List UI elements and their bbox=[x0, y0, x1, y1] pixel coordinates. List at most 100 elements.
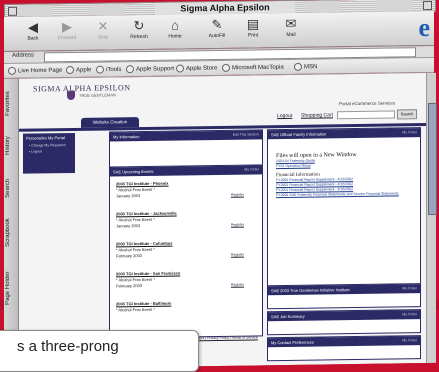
fav-apple-support[interactable]: Apple Support bbox=[126, 65, 174, 74]
autofill-label: AutoFill bbox=[208, 32, 226, 40]
stop-button[interactable]: ✕ Stop bbox=[86, 18, 120, 48]
event-name-link[interactable]: 2003 TGI Institute - Baltimore bbox=[116, 301, 171, 307]
web-page: SIGMA ALPHA EPSILON TRUE GENTLEMAN Porta… bbox=[19, 73, 426, 369]
register-link[interactable]: Register bbox=[231, 282, 244, 288]
event-name-link[interactable]: 2003 TGI Institute - San Francisco bbox=[116, 270, 180, 276]
side-tab-scrapbook[interactable]: Scrapbook bbox=[5, 211, 17, 255]
box-title: SAE Upcoming Events bbox=[113, 168, 154, 175]
upcoming-events-header: SAE Upcoming Events My Order bbox=[110, 165, 262, 177]
contact-preferences-header: My Contact Preferences My Order bbox=[268, 336, 420, 348]
side-tab-favorites[interactable]: Favorites bbox=[5, 85, 17, 123]
globe-icon bbox=[8, 66, 16, 75]
globe-icon bbox=[66, 65, 74, 75]
side-tab-page-holder[interactable]: Page Holder bbox=[5, 263, 17, 313]
search-button[interactable]: Search bbox=[397, 109, 417, 120]
fav-apple[interactable]: Apple bbox=[66, 65, 92, 75]
fav-apple-store[interactable]: Apple Store bbox=[176, 64, 217, 73]
doc-link[interactable]: FY2000 SAE Fraternity Financial Statemen… bbox=[276, 191, 399, 197]
logout-link[interactable]: Logout bbox=[277, 113, 292, 119]
print-label: Print bbox=[247, 32, 259, 39]
event-note: * Alcohol Free Event * bbox=[116, 186, 155, 193]
stop-icon: ✕ bbox=[97, 18, 109, 34]
fav-label: Apple bbox=[76, 67, 92, 74]
register-link[interactable]: Register bbox=[231, 192, 244, 198]
autofill-icon: ✎ bbox=[211, 16, 223, 33]
globe-icon bbox=[176, 64, 184, 73]
back-arrow-icon: ◀ bbox=[28, 19, 38, 35]
event-date: January 2003 bbox=[116, 193, 141, 199]
portal-links[interactable]: Portal eCommerce Services bbox=[339, 100, 395, 106]
box-title: SAE 2003 True Gentleman Initiative Insti… bbox=[271, 287, 350, 294]
job-summary-box: SAE Job Summary My Order bbox=[267, 309, 421, 336]
forward-arrow-icon: ▶ bbox=[62, 18, 72, 35]
event-name-link[interactable]: 2003 TGI Institute - Jacksonville bbox=[116, 211, 177, 217]
box-title: SAE Official Family Information bbox=[271, 131, 327, 138]
fav-msn[interactable]: MSN bbox=[294, 62, 317, 71]
box-title: My Information bbox=[113, 134, 140, 140]
mail-label: Mail bbox=[286, 31, 296, 39]
fav-label: Apple Store bbox=[186, 65, 218, 72]
contact-order-link[interactable]: My Order bbox=[402, 336, 417, 345]
autofill-button[interactable]: ✎ AutoFill bbox=[200, 17, 234, 47]
globe-icon bbox=[294, 62, 302, 71]
browser-window: Sigma Alpha Epsilon ◀ Back ▶ Forward ✕ S… bbox=[0, 0, 439, 369]
shopping-cart-link[interactable]: Shopping Cart bbox=[301, 112, 333, 118]
vertical-scrollbar[interactable] bbox=[426, 72, 437, 364]
event-note: * Alcohol Free Event * bbox=[116, 246, 155, 253]
event-note: * Alcohol Free Event * bbox=[116, 276, 155, 283]
event-note: * Alcohol Free Event * bbox=[116, 306, 155, 313]
home-icon: ⌂ bbox=[171, 17, 179, 33]
print-button[interactable]: ▤ Print bbox=[236, 16, 270, 46]
back-button[interactable]: ◀ Back bbox=[16, 19, 50, 49]
home-button[interactable]: ⌂ Home bbox=[158, 17, 192, 47]
close-box[interactable] bbox=[8, 6, 17, 16]
doc-link[interactable]: FY01 Operation Ritual bbox=[276, 164, 311, 168]
fav-label: Apple Support bbox=[136, 66, 175, 73]
edit-section-link[interactable]: Edit This Section bbox=[233, 130, 259, 139]
event-item: 2003 TGI Institute - San Francisco * Alco… bbox=[116, 270, 244, 289]
fav-label: Microsoft MacTopia bbox=[232, 64, 284, 72]
fav-itools[interactable]: iTools bbox=[96, 65, 122, 74]
tgi-order-link[interactable]: My Order bbox=[402, 284, 417, 293]
event-item: 2003 TGI Institute - Baltimore * Alcohol … bbox=[116, 301, 171, 314]
search-input[interactable] bbox=[337, 110, 395, 120]
event-name-link[interactable]: 2003 TGI Institute - Phoenix bbox=[116, 181, 168, 187]
back-label: Back bbox=[27, 35, 39, 42]
refresh-icon: ↻ bbox=[133, 17, 145, 34]
event-date: January 2003 bbox=[116, 223, 141, 229]
register-link[interactable]: Register bbox=[231, 252, 244, 258]
site-logo-subtitle: TRUE GENTLEMAN bbox=[79, 92, 116, 98]
crest-icon bbox=[67, 90, 75, 101]
left-logout-link[interactable]: • Logout bbox=[23, 148, 75, 155]
event-date: February 2003 bbox=[116, 253, 143, 259]
event-name-link[interactable]: 2003 TGI Institute - Columbus bbox=[116, 241, 172, 247]
stop-label: Stop bbox=[97, 34, 109, 41]
upcoming-order-link[interactable]: My Order bbox=[244, 165, 259, 174]
event-date: February 2003 bbox=[116, 283, 143, 289]
address-label: Address bbox=[12, 52, 35, 59]
side-tab-history[interactable]: History bbox=[5, 129, 17, 163]
mail-button[interactable]: ✉ Mail bbox=[274, 16, 308, 46]
jobs-order-link[interactable]: My Order bbox=[402, 310, 417, 319]
forward-button[interactable]: ▶ Forward bbox=[50, 19, 84, 49]
scrollbar-thumb[interactable] bbox=[428, 102, 437, 216]
fav-label: iTools bbox=[106, 66, 122, 74]
browser-logo-icon: e bbox=[418, 12, 430, 43]
doc-link[interactable]: 2003-04 Fraternity Guide bbox=[276, 159, 315, 164]
job-summary-header: SAE Job Summary My Order bbox=[268, 310, 420, 322]
refresh-button[interactable]: ↻ Refresh bbox=[122, 18, 156, 48]
event-note: * Alcohol Free Event * bbox=[116, 216, 155, 223]
caption-callout: s a three-prong bbox=[0, 330, 199, 372]
mail-icon: ✉ bbox=[285, 15, 297, 32]
globe-icon bbox=[96, 65, 104, 74]
fav-live-home-page[interactable]: Live Home Page bbox=[8, 66, 62, 75]
side-tab-search[interactable]: Search bbox=[5, 171, 17, 205]
zoom-box[interactable] bbox=[423, 0, 432, 11]
official-info-box: SAE Official Family Information My Order … bbox=[267, 127, 421, 292]
register-link[interactable]: Register bbox=[231, 222, 244, 228]
fav-microsoft-mactopia[interactable]: Microsoft MacTopia bbox=[222, 63, 284, 72]
event-item: 2003 TGI Institute - Columbus * Alcohol F… bbox=[116, 241, 244, 260]
official-order-link[interactable]: My Order bbox=[402, 128, 417, 137]
print-icon: ▤ bbox=[246, 16, 260, 32]
tgi-institute-box: SAE 2003 True Gentleman Initiative Insti… bbox=[267, 283, 421, 310]
